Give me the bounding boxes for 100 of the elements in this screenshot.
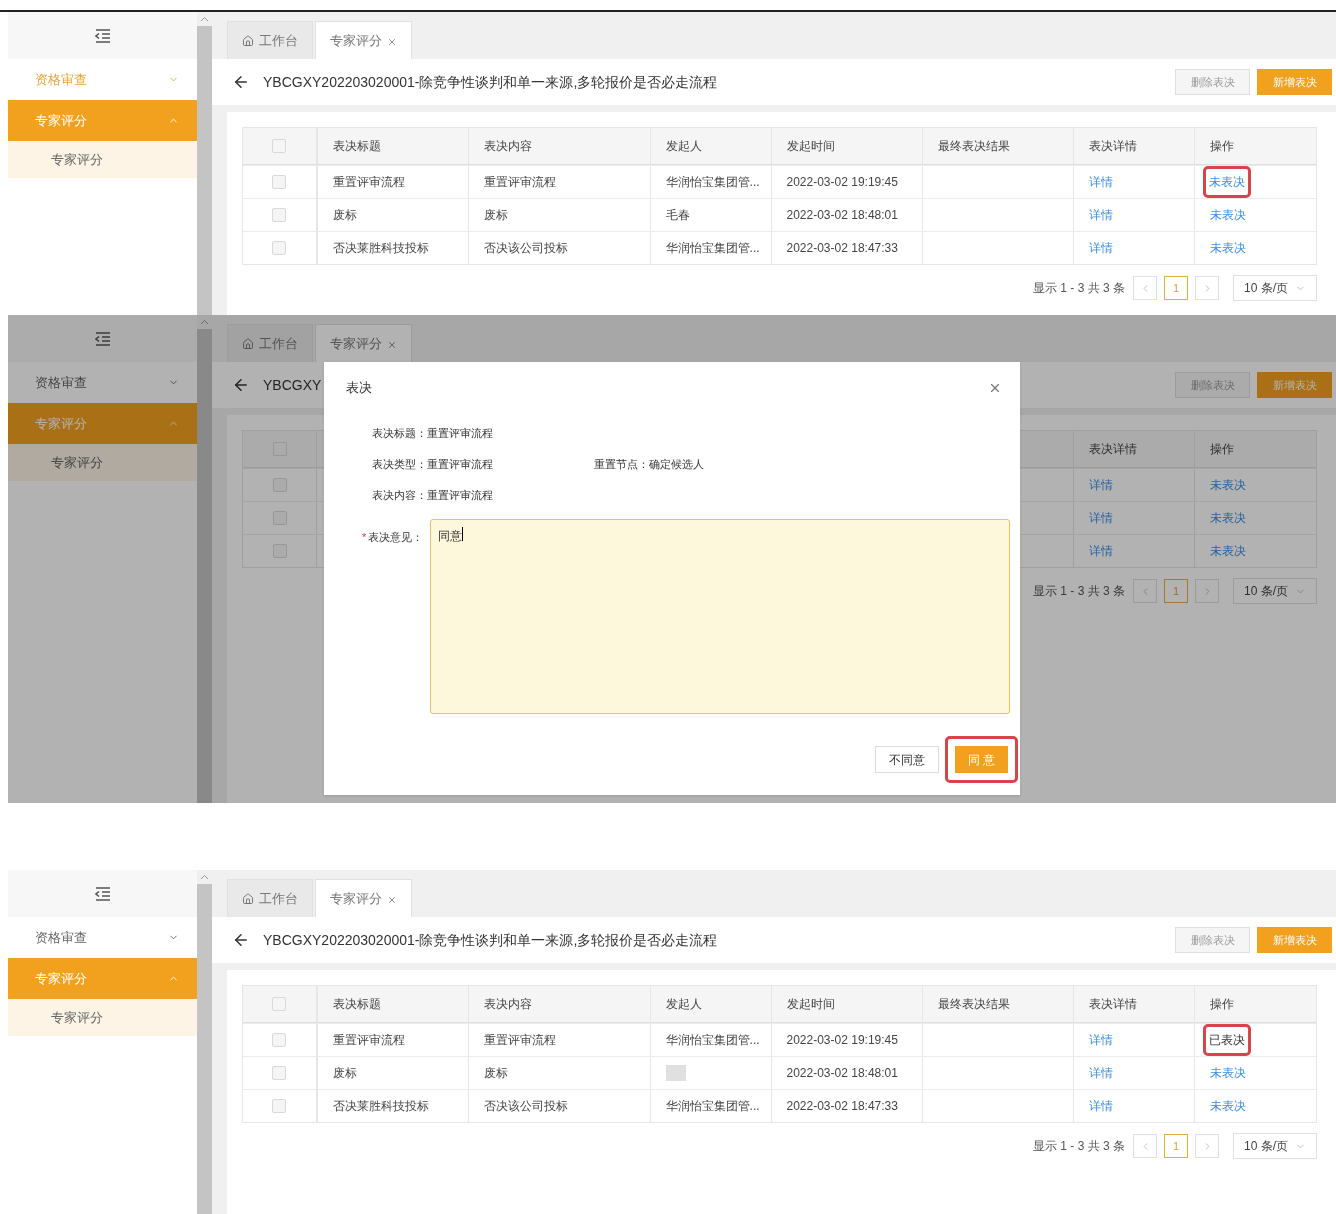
scrollbar[interactable] <box>197 12 212 315</box>
vote-link[interactable]: 未表决 <box>1210 206 1247 224</box>
sidebar-menu-item[interactable]: 专家评分 <box>8 403 197 444</box>
column-header: 最终表决结果 <box>938 138 1011 155</box>
menu-icon[interactable] <box>94 331 111 346</box>
column-header: 发起人 <box>665 996 702 1013</box>
sidebar-menu-item[interactable]: 专家评分 <box>8 100 197 141</box>
detail-link[interactable]: 详情 <box>1089 1097 1114 1115</box>
menu-icon[interactable] <box>94 886 111 901</box>
pagination-info: 显示 1 - 3 共 3 条 <box>1032 583 1125 600</box>
vote-link[interactable]: 未表决 <box>1210 509 1246 527</box>
vote-link[interactable]: 未表决 <box>1209 175 1246 189</box>
column-header: 表决标题 <box>332 138 381 155</box>
table-cell-text: 2022-03-02 18:48:01 <box>786 1065 898 1082</box>
tab[interactable]: 专家评分 <box>315 324 412 362</box>
page-title: YBCGXY202203020001-除竞争性谈判和单一来源,多轮报价是否必走流程 <box>263 930 718 950</box>
detail-link[interactable]: 详情 <box>1089 173 1114 191</box>
table-cell-text: 废标 <box>483 1065 508 1082</box>
sidebar-submenu-item[interactable]: 专家评分 <box>8 141 197 178</box>
detail-link[interactable]: 详情 <box>1089 1064 1114 1082</box>
add-button[interactable]: 新增表决 <box>1257 927 1332 953</box>
scrollbar[interactable] <box>197 315 212 803</box>
disagree-button[interactable]: 不同意 <box>874 746 939 773</box>
previous-page-button[interactable] <box>1133 1134 1157 1158</box>
column-header: 发起时间 <box>786 996 835 1013</box>
next-page-button[interactable] <box>1195 276 1219 300</box>
column-header: 发起时间 <box>786 138 835 155</box>
tab[interactable]: 工作台 <box>227 21 313 59</box>
page-size-select[interactable]: 10 条/页 <box>1233 578 1317 604</box>
table-cell-text: 华润怡宝集团管... <box>665 174 760 191</box>
vote-link[interactable]: 未表决 <box>1210 1064 1247 1082</box>
page-button[interactable]: 1 <box>1164 1134 1188 1158</box>
tab[interactable]: 专家评分 <box>315 879 412 917</box>
checkbox[interactable] <box>272 1066 287 1080</box>
checkbox[interactable] <box>272 1033 287 1047</box>
checkbox[interactable] <box>272 544 287 558</box>
column-header: 操作 <box>1210 138 1235 155</box>
vote-link[interactable]: 未表决 <box>1210 1097 1247 1115</box>
checkbox[interactable] <box>272 997 287 1011</box>
detail-link[interactable]: 详情 <box>1089 239 1114 257</box>
dialog-title: 表决 <box>346 379 372 398</box>
menu-icon[interactable] <box>94 28 111 43</box>
checkbox[interactable] <box>272 139 287 153</box>
column-header: 发起人 <box>665 138 702 155</box>
table-cell-text: 毛春 <box>665 207 690 224</box>
home-icon <box>242 892 254 905</box>
table-cell-text: 华润怡宝集团管... <box>665 1098 760 1115</box>
table-cell-text: 2022-03-02 19:19:45 <box>786 1032 898 1049</box>
column-header: 表决内容 <box>483 996 532 1013</box>
tab[interactable]: 工作台 <box>227 879 313 917</box>
scroll-up-icon[interactable] <box>200 319 209 325</box>
page-size-select[interactable]: 10 条/页 <box>1233 275 1317 301</box>
field-label: 表决标题： <box>372 425 427 441</box>
page-title: YBCGXY202203020001-除竞争性谈判和单一来源,多轮报价是否必走流程 <box>263 72 718 92</box>
checkbox[interactable] <box>272 478 287 492</box>
tab[interactable]: 工作台 <box>227 324 313 362</box>
vote-link[interactable]: 未表决 <box>1210 542 1246 560</box>
field-value: 重置评审流程 <box>427 456 493 472</box>
home-icon <box>242 34 254 47</box>
detail-link[interactable]: 详情 <box>1089 476 1113 494</box>
vote-link[interactable]: 未表决 <box>1210 476 1246 494</box>
detail-link[interactable]: 详情 <box>1089 509 1113 527</box>
column-header: 表决详情 <box>1089 996 1138 1013</box>
page-size-select[interactable]: 10 条/页 <box>1233 1133 1317 1159</box>
add-button[interactable]: 新增表决 <box>1257 372 1332 398</box>
checkbox[interactable] <box>272 1099 287 1113</box>
next-page-button[interactable] <box>1195 579 1219 603</box>
column-header: 表决标题 <box>332 996 381 1013</box>
add-button[interactable]: 新增表决 <box>1257 69 1332 95</box>
scroll-up-icon[interactable] <box>200 874 209 880</box>
tab[interactable]: 专家评分 <box>315 21 412 59</box>
checkbox[interactable] <box>272 511 287 525</box>
previous-page-button[interactable] <box>1133 276 1157 300</box>
previous-page-button[interactable] <box>1133 579 1157 603</box>
text-cursor-icon <box>462 527 463 541</box>
table-cell-text: 否决莱胜科技投标 <box>332 240 429 257</box>
sidebar-submenu-item[interactable]: 专家评分 <box>8 999 197 1036</box>
detail-link[interactable]: 详情 <box>1089 206 1114 224</box>
table-cell-text: 2022-03-02 18:48:01 <box>786 207 898 224</box>
detail-link[interactable]: 详情 <box>1089 1031 1114 1049</box>
checkbox[interactable] <box>272 241 287 255</box>
checkbox[interactable] <box>272 208 287 222</box>
next-page-button[interactable] <box>1195 1134 1219 1158</box>
field-value: 确定候选人 <box>649 456 704 472</box>
table-cell-text: 华润怡宝集团管... <box>665 1032 760 1049</box>
opinion-field[interactable]: 同意 <box>430 519 1010 714</box>
checkbox[interactable] <box>272 175 287 189</box>
sidebar-submenu-item[interactable]: 专家评分 <box>8 444 197 481</box>
detail-link[interactable]: 详情 <box>1089 542 1113 560</box>
table-cell-text: 废标 <box>332 1065 357 1082</box>
page-button[interactable]: 1 <box>1164 276 1188 300</box>
sidebar-menu-item[interactable]: 专家评分 <box>8 958 197 999</box>
table-cell-text: 2022-03-02 18:47:33 <box>786 240 898 257</box>
close-icon[interactable] <box>988 381 1002 395</box>
scroll-up-icon[interactable] <box>200 16 209 22</box>
agree-button[interactable]: 同 意 <box>954 746 1008 773</box>
close-icon <box>387 895 397 905</box>
page-button[interactable]: 1 <box>1164 579 1188 603</box>
vote-link[interactable]: 未表决 <box>1210 239 1247 257</box>
scrollbar[interactable] <box>197 870 212 1214</box>
